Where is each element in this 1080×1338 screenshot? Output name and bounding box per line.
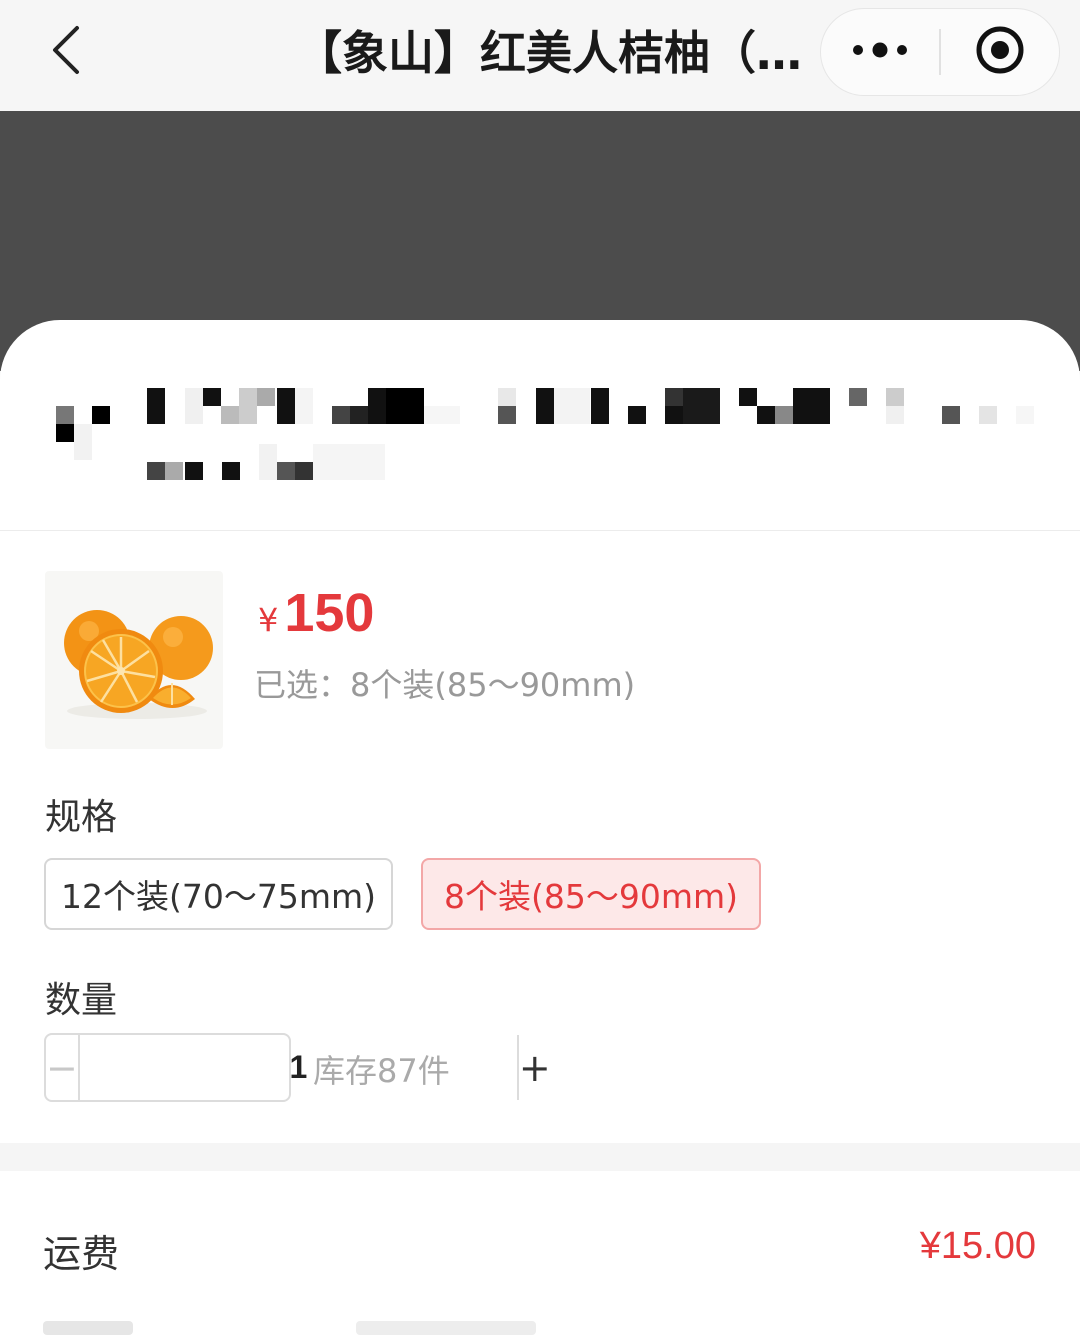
- spec-label: 规格: [45, 797, 118, 838]
- spec-option-8-pack[interactable]: 8个装(85～90mm): [421, 858, 761, 930]
- more-button[interactable]: [821, 9, 939, 95]
- orange-fruit-image: [64, 610, 213, 719]
- quantity-input[interactable]: [79, 1035, 517, 1100]
- product-thumbnail[interactable]: [45, 571, 223, 749]
- spec-option-12-pack[interactable]: 12个装(70～75mm): [44, 858, 393, 930]
- page-title: 【象山】红美人桔柚（…: [296, 26, 802, 80]
- price: ¥ 150: [258, 582, 374, 644]
- address-selector[interactable]: [0, 320, 1080, 531]
- currency-symbol: ¥: [258, 601, 279, 639]
- next-row-cutoff-value: [356, 1321, 536, 1335]
- increase-button[interactable]: +: [516, 1035, 551, 1100]
- shipping-label: 运费: [43, 1232, 120, 1276]
- close-mini-program-button[interactable]: [941, 9, 1059, 95]
- top-nav-bar: 【象山】红美人桔柚（…: [0, 0, 1080, 111]
- next-row-cutoff: [43, 1321, 133, 1335]
- price-value: 150: [284, 583, 375, 643]
- quantity-label: 数量: [45, 980, 118, 1021]
- section-divider: [0, 1143, 1080, 1171]
- selected-spec-text: 已选：8个装(85～90mm): [254, 666, 636, 704]
- quantity-stepper: − +: [44, 1033, 551, 1102]
- stock-text: 库存87件: [313, 1052, 450, 1090]
- more-dots-icon: [852, 40, 908, 64]
- back-button[interactable]: [36, 20, 96, 84]
- decrease-button[interactable]: −: [46, 1035, 80, 1100]
- chevron-left-icon: [51, 24, 81, 80]
- shipping-fee: ¥15.00: [919, 1225, 1036, 1267]
- sku-bottom-sheet: ¥ 150 已选：8个装(85～90mm) 规格 12个装(70～75mm) 8…: [0, 320, 1080, 1338]
- target-circle-icon: [974, 24, 1026, 80]
- shipping-row: 运费 ¥15.00: [0, 1171, 1080, 1338]
- mini-program-capsule: [820, 8, 1060, 96]
